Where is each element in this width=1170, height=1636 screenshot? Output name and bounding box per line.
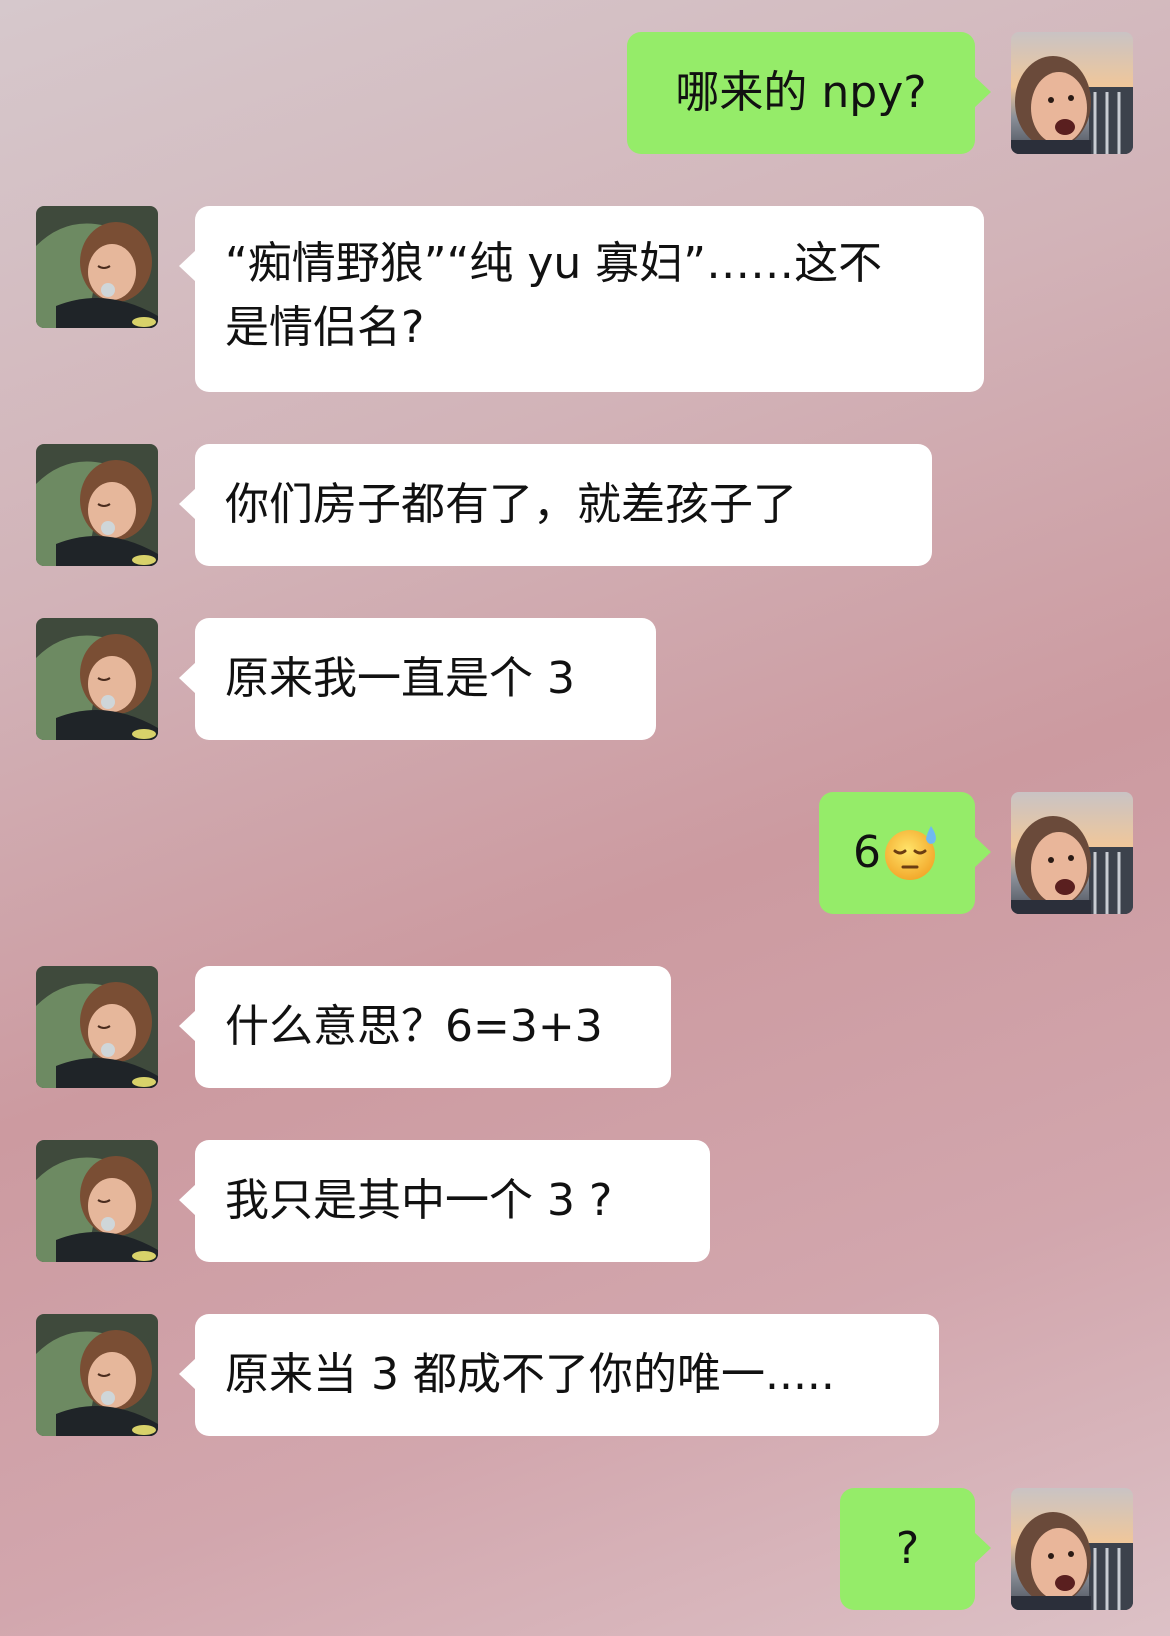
outgoing-message-bubble[interactable]: 哪来的 npy? xyxy=(627,32,991,154)
friend-avatar[interactable] xyxy=(36,1140,158,1262)
laughing-child-photo-icon xyxy=(1011,1488,1133,1610)
friend-avatar[interactable] xyxy=(36,206,158,328)
friend-avatar[interactable] xyxy=(36,1314,158,1436)
chat-conversation: 哪来的 npy? “痴情野狼”“纯 yu 寡妇”……这不 是情侣名? 你们房子都… xyxy=(0,0,1170,1636)
self-avatar[interactable] xyxy=(1011,1488,1133,1610)
message-text: 你们房子都有了，就差孩子了 xyxy=(225,479,797,530)
sleeping-child-photo-icon xyxy=(36,618,158,740)
message-text: 原来当 3 都成不了你的唯一..... xyxy=(225,1349,835,1400)
sleeping-child-photo-icon xyxy=(36,966,158,1088)
message-text: 6 xyxy=(853,827,881,878)
message-text: ? xyxy=(895,1523,920,1574)
friend-avatar[interactable] xyxy=(36,444,158,566)
sleeping-child-photo-icon xyxy=(36,444,158,566)
incoming-message-bubble[interactable]: 什么意思？6=3+3 xyxy=(179,966,671,1088)
outgoing-message-bubble[interactable]: 6 xyxy=(819,792,991,914)
friend-avatar[interactable] xyxy=(36,618,158,740)
sleeping-child-photo-icon xyxy=(36,206,158,328)
laughing-child-photo-icon xyxy=(1011,32,1133,154)
incoming-message-bubble[interactable]: 原来我一直是个 3 xyxy=(179,618,656,740)
self-avatar[interactable] xyxy=(1011,32,1133,154)
message-text: “痴情野狼”“纯 yu 寡妇”……这不 是情侣名? xyxy=(225,238,883,353)
laughing-child-photo-icon xyxy=(1011,792,1133,914)
message-text: 什么意思？6=3+3 xyxy=(225,1001,603,1052)
downcast-face-with-sweat-icon xyxy=(885,826,936,880)
self-avatar[interactable] xyxy=(1011,792,1133,914)
friend-avatar[interactable] xyxy=(36,966,158,1088)
incoming-message-bubble[interactable]: 原来当 3 都成不了你的唯一..... xyxy=(179,1314,939,1436)
incoming-message-bubble[interactable]: 我只是其中一个 3 ? xyxy=(179,1140,710,1262)
incoming-message-bubble[interactable]: 你们房子都有了，就差孩子了 xyxy=(179,444,932,566)
sleeping-child-photo-icon xyxy=(36,1314,158,1436)
message-text: 我只是其中一个 3 ? xyxy=(225,1175,613,1226)
message-text: 原来我一直是个 3 xyxy=(225,653,575,704)
outgoing-message-bubble[interactable]: ? xyxy=(840,1488,991,1610)
message-text: 哪来的 npy? xyxy=(675,67,927,118)
incoming-message-bubble[interactable]: “痴情野狼”“纯 yu 寡妇”……这不 是情侣名? xyxy=(179,206,984,392)
sleeping-child-photo-icon xyxy=(36,1140,158,1262)
